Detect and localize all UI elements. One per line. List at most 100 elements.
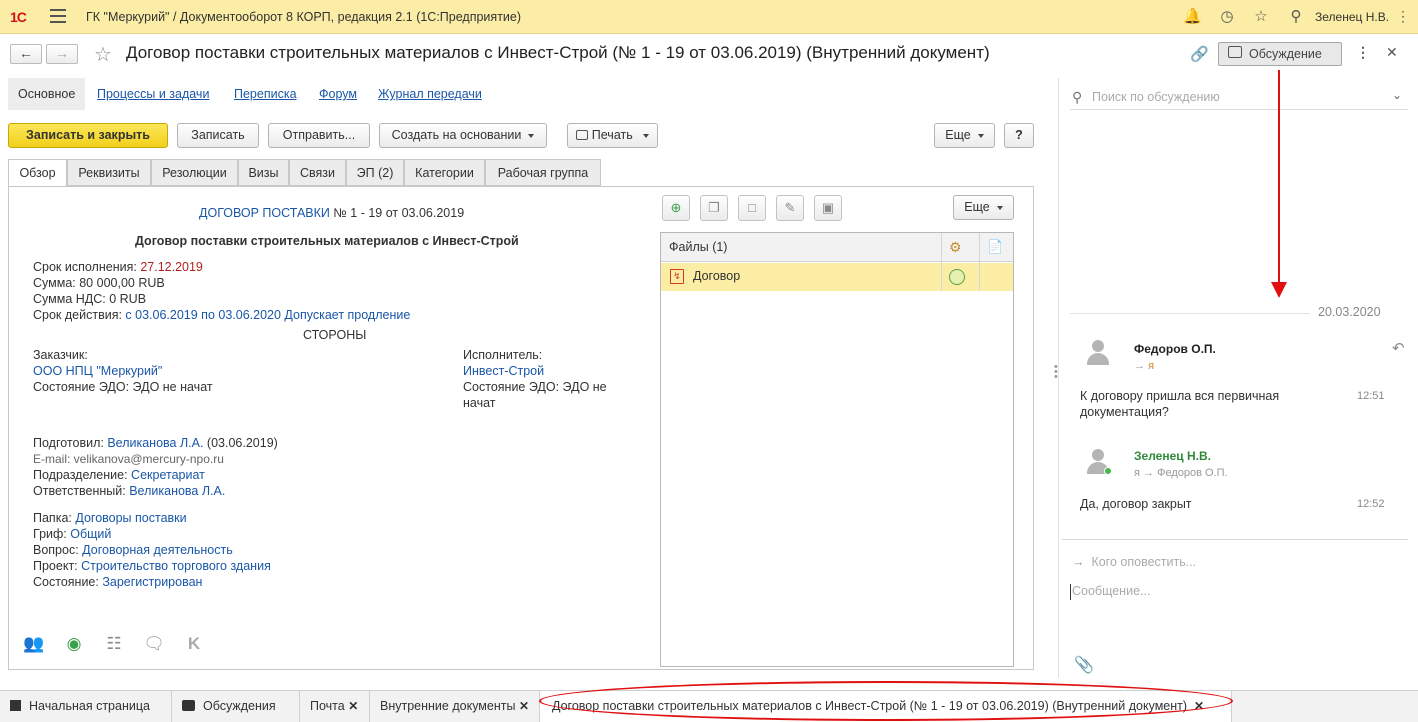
state-link[interactable]: Зарегистрирован (102, 575, 202, 589)
doc-subject: Договор поставки строительных материалов… (135, 234, 519, 248)
discussion-search[interactable]: ⚲ Поиск по обсуждению ⌄ (1070, 84, 1408, 110)
tab-categories[interactable]: Категории (404, 159, 485, 186)
contractor-edo-cont: начат (463, 396, 496, 410)
section-tab-forum[interactable]: Форум (319, 78, 357, 110)
section-tab-correspondence[interactable]: Переписка (234, 78, 297, 110)
save-and-close-button[interactable]: Записать и закрыть (8, 123, 168, 148)
customer-link[interactable]: ООО НПЦ "Меркурий" (33, 364, 162, 378)
chevron-down-icon[interactable]: ⌄ (1392, 88, 1402, 102)
dept-link[interactable]: Секретариат (131, 468, 205, 482)
reply-icon[interactable]: ↶ (1392, 339, 1405, 357)
project-row: Проект: Строительство торгового здания (33, 559, 271, 573)
message-time: 12:51 (1357, 390, 1385, 402)
section-tab-processes[interactable]: Процессы и задачи (97, 78, 209, 110)
users-icon[interactable]: 👥 (22, 632, 46, 656)
discussion-button[interactable]: Обсуждение (1218, 42, 1342, 66)
copy-file-icon[interactable]: ❐ (700, 195, 728, 221)
message-input[interactable]: Сообщение... (1069, 584, 1150, 600)
task-mail[interactable]: Почта ✕ (300, 691, 370, 722)
grif-link[interactable]: Общий (70, 527, 111, 541)
favorite-star-icon[interactable]: ☆ (94, 42, 112, 67)
message-date: 20.03.2020 (1318, 305, 1381, 319)
more-button[interactable]: Еще (934, 123, 995, 148)
section-tab-main[interactable]: Основное (8, 78, 86, 110)
message-recipient: → я (1134, 360, 1155, 372)
deadline-row: Срок исполнения: 27.12.2019 (33, 260, 203, 274)
k-icon[interactable]: K (182, 632, 206, 656)
notify-input[interactable]: → Кого оповестить... (1072, 555, 1196, 569)
message-author[interactable]: Зеленец Н.В. (1134, 449, 1211, 463)
tab-links[interactable]: Связи (289, 159, 346, 186)
chat-icon[interactable]: 🗨 (142, 632, 166, 656)
close-icon[interactable]: ✕ (1386, 44, 1398, 61)
user-name[interactable]: Зеленец Н.В. (1315, 10, 1389, 24)
lock-file-icon[interactable]: ▣ (814, 195, 842, 221)
sum-row: Сумма: 80 000,00 RUB (33, 276, 165, 290)
files-more-button[interactable]: Еще (953, 195, 1014, 220)
discussion-icon (182, 700, 195, 711)
save-button[interactable]: Записать (177, 123, 259, 148)
doc-type-link[interactable]: ДОГОВОР ПОСТАВКИ (199, 206, 330, 220)
tab-details[interactable]: Реквизиты (67, 159, 151, 186)
help-button[interactable]: ? (1004, 123, 1034, 148)
search-input[interactable]: Поиск по обсуждению (1092, 90, 1220, 104)
print-button[interactable]: Печать (567, 123, 658, 148)
tab-resolutions[interactable]: Резолюции (151, 159, 238, 186)
tab-signatures[interactable]: ЭП (2) (346, 159, 404, 186)
close-icon[interactable]: ✕ (348, 699, 358, 713)
contractor-link[interactable]: Инвест-Строй (463, 364, 544, 378)
avatar (1085, 449, 1112, 475)
tab-visas[interactable]: Визы (238, 159, 289, 186)
panel-splitter[interactable] (1058, 78, 1059, 678)
contractor-edo: Состояние ЭДО: ЭДО не (463, 380, 607, 394)
add-file-icon[interactable]: ⊕ (662, 195, 690, 221)
tab-overview[interactable]: Обзор (8, 159, 67, 187)
message-recipient: я → Федоров О.П. (1134, 467, 1228, 479)
table-row[interactable]: ↯ Договор (661, 263, 1013, 291)
create-based-on-button[interactable]: Создать на основании (379, 123, 547, 148)
approval-icon[interactable]: ◉ (62, 632, 86, 656)
section-tab-transfer-log[interactable]: Журнал передачи (378, 78, 482, 110)
back-button[interactable]: ← (10, 44, 42, 64)
send-button[interactable]: Отправить... (268, 123, 370, 148)
home-icon (10, 700, 21, 711)
parties-heading: СТОРОНЫ (303, 328, 367, 342)
message-text: Да, договор закрыт (1080, 497, 1192, 511)
annotation-arrow-head (1271, 282, 1287, 298)
link-icon[interactable]: 🔗 (1190, 45, 1209, 63)
task-home[interactable]: Начальная страница (0, 691, 172, 722)
project-link[interactable]: Строительство торгового здания (81, 559, 271, 573)
history-icon[interactable]: ◷ (1218, 8, 1236, 26)
responsible-link[interactable]: Великанова Л.А. (129, 484, 225, 498)
prepared-link[interactable]: Великанова Л.А. (107, 436, 203, 450)
responsible-row: Ответственный: Великанова Л.А. (33, 484, 226, 498)
email-row: E-mail: velikanova@mercury-npo.ru (33, 452, 224, 466)
search-icon[interactable]: ⚲ (1287, 8, 1305, 26)
folder-link[interactable]: Договоры поставки (75, 511, 186, 525)
star-icon[interactable]: ☆ (1252, 8, 1270, 26)
main-menu-icon[interactable] (50, 9, 66, 23)
question-link[interactable]: Договорная деятельность (82, 543, 233, 557)
signed-status-icon (949, 269, 965, 285)
prepared-row: Подготовил: Великанова Л.А. (03.06.2019) (33, 436, 278, 450)
attach-icon[interactable]: 📎 (1074, 655, 1094, 675)
file-icon[interactable]: □ (738, 195, 766, 221)
edit-file-icon[interactable]: ✎ (776, 195, 804, 221)
forward-button[interactable]: → (46, 44, 78, 64)
file-name[interactable]: Договор (693, 269, 740, 283)
tree-icon[interactable]: ☷ (102, 632, 126, 656)
message-author[interactable]: Федоров О.П. (1134, 342, 1216, 356)
grif-row: Гриф: Общий (33, 527, 112, 541)
question-row: Вопрос: Договорная деятельность (33, 543, 233, 557)
task-internal-docs[interactable]: Внутренние документы ✕ (370, 691, 540, 722)
tab-workgroup[interactable]: Рабочая группа (485, 159, 601, 186)
files-column-header[interactable]: Файлы (1) (669, 240, 727, 254)
more-actions-icon[interactable]: ⋮ (1356, 44, 1370, 61)
app-menu-icon[interactable]: ⋮ (1396, 8, 1410, 25)
task-discussions[interactable]: Обсуждения (172, 691, 300, 722)
validity-row: Срок действия: с 03.06.2019 по 03.06.202… (33, 308, 411, 322)
bell-icon[interactable]: 🔔 (1183, 8, 1202, 26)
splitter-grip-icon[interactable]: • • • (1054, 362, 1058, 383)
validity-link[interactable]: с 03.06.2019 по 03.06.2020 Допускает про… (125, 308, 410, 322)
close-icon[interactable]: ✕ (519, 699, 529, 713)
